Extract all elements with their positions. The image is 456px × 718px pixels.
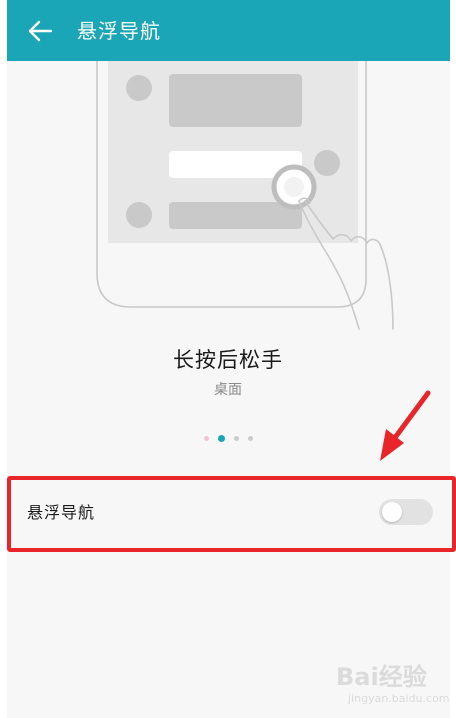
app-header: 悬浮导航 — [7, 0, 450, 61]
gesture-title: 长按后松手 — [173, 348, 283, 372]
gesture-illustration — [7, 61, 450, 341]
page-dot[interactable] — [247, 435, 253, 441]
watermark: Bai经验 jingyan.baidu.com — [336, 662, 450, 712]
phone-illustration — [96, 61, 394, 330]
floating-nav-toggle[interactable] — [379, 499, 433, 525]
page-dot[interactable] — [233, 435, 239, 441]
arrow-left-icon — [28, 20, 53, 42]
page-dot-active[interactable] — [217, 434, 225, 442]
toggle-knob — [382, 502, 402, 522]
watermark-logo: Bai经验 — [336, 663, 427, 691]
back-button[interactable] — [25, 16, 55, 46]
page-dot[interactable] — [203, 435, 209, 441]
floating-nav-setting-row[interactable]: 悬浮导航 — [7, 479, 450, 547]
annotation-arrow-icon — [380, 390, 431, 461]
watermark-url: jingyan.baidu.com — [348, 692, 450, 705]
page-title: 悬浮导航 — [77, 19, 161, 43]
setting-label: 悬浮导航 — [27, 503, 96, 522]
